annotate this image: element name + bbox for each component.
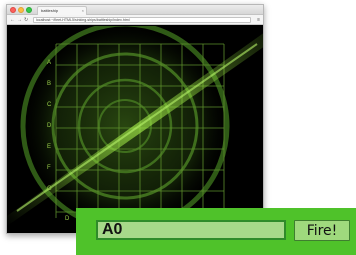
- browser-window: battleship × ← → ↻ localhost:~/fleet-HTM…: [6, 4, 264, 234]
- browser-toolbar: ← → ↻ localhost:~/fleet-HTML5/sinking-sh…: [7, 15, 263, 25]
- coordinate-input[interactable]: [96, 220, 286, 240]
- window-minimize-icon[interactable]: [18, 7, 24, 13]
- window-close-icon[interactable]: [10, 7, 16, 13]
- back-arrow-icon[interactable]: ←: [10, 15, 15, 25]
- radar-board[interactable]: A B C D E F G D: [7, 26, 263, 233]
- row-label-a: A: [47, 60, 52, 66]
- tab-title: battleship: [41, 8, 59, 13]
- menu-icon[interactable]: ≡: [257, 15, 260, 25]
- row-label-g: G: [47, 186, 52, 192]
- row-label-d: D: [47, 123, 52, 129]
- reload-icon[interactable]: ↻: [24, 15, 28, 25]
- title-bar: battleship ×: [7, 5, 263, 15]
- browser-tab[interactable]: battleship ×: [37, 6, 87, 15]
- close-icon[interactable]: ×: [82, 7, 84, 15]
- window-maximize-icon[interactable]: [26, 7, 32, 13]
- fire-panel: Fire!: [76, 208, 356, 255]
- row-label-e: E: [47, 144, 52, 150]
- row-label-b: B: [47, 81, 52, 87]
- fire-button[interactable]: Fire!: [294, 220, 350, 241]
- radar-svg: [7, 26, 263, 232]
- col-label-d: D: [65, 216, 70, 222]
- address-bar[interactable]: localhost:~/fleet-HTML5/sinking-ships/ba…: [33, 17, 251, 23]
- row-label-f: F: [47, 165, 51, 171]
- forward-arrow-icon[interactable]: →: [17, 15, 22, 25]
- row-label-c: C: [47, 102, 52, 108]
